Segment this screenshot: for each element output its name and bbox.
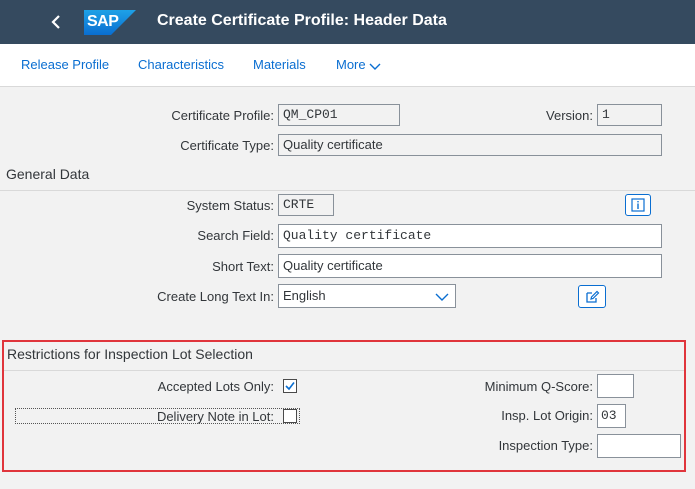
delivery-note-checkbox[interactable] [283, 409, 297, 423]
short-text-label: Short Text: [212, 259, 274, 274]
long-text-language-label: Create Long Text In: [157, 289, 274, 304]
minimum-q-score-label: Minimum Q-Score: [484, 379, 593, 394]
characteristics-button[interactable]: Characteristics [138, 57, 224, 72]
restrictions-title: Restrictions for Inspection Lot Selectio… [7, 346, 253, 362]
sap-logo: SAP [84, 10, 136, 35]
certificate-profile-field: QM_CP01 [278, 104, 400, 126]
edit-icon [586, 290, 600, 303]
system-status-field: CRTE [278, 194, 334, 216]
long-text-language-value: English [283, 288, 326, 303]
insp-lot-origin-input[interactable]: 03 [597, 404, 626, 428]
more-button[interactable]: More [336, 57, 381, 72]
certificate-profile-label: Certificate Profile: [171, 108, 274, 123]
version-label: Version: [546, 108, 593, 123]
accepted-lots-label: Accepted Lots Only: [157, 379, 274, 394]
system-status-label: System Status: [186, 198, 274, 213]
release-profile-button[interactable]: Release Profile [21, 57, 109, 72]
header-toolbar: Release Profile Characteristics Material… [0, 44, 695, 87]
version-field: 1 [597, 104, 662, 126]
more-label: More [336, 57, 366, 72]
info-icon [631, 198, 645, 212]
sap-logo-text: SAP [87, 13, 119, 30]
inspection-type-input[interactable] [597, 434, 681, 458]
back-button[interactable] [44, 10, 68, 34]
status-info-button[interactable] [625, 194, 651, 216]
insp-lot-origin-label: Insp. Lot Origin: [501, 408, 593, 423]
accepted-lots-checkbox[interactable] [283, 379, 297, 393]
chevron-down-icon [435, 293, 449, 301]
chevron-left-icon [51, 15, 60, 29]
minimum-q-score-input[interactable] [597, 374, 634, 398]
search-field-input[interactable]: Quality certificate [278, 224, 662, 248]
certificate-type-label: Certificate Type: [180, 138, 274, 153]
section-divider [0, 190, 695, 191]
checkmark-icon [285, 382, 295, 391]
inspection-type-label: Inspection Type: [498, 438, 593, 453]
chevron-down-icon [369, 63, 381, 70]
delivery-note-label: Delivery Note in Lot: [156, 409, 274, 424]
section-divider [4, 370, 684, 371]
page-title: Create Certificate Profile: Header Data [157, 12, 447, 29]
certificate-type-field: Quality certificate [278, 134, 662, 156]
search-field-label: Search Field: [197, 228, 274, 243]
shell-bar: SAP Create Certificate Profile: Header D… [0, 0, 695, 44]
short-text-input[interactable]: Quality certificate [278, 254, 662, 278]
materials-button[interactable]: Materials [253, 57, 306, 72]
general-data-title: General Data [6, 166, 90, 182]
edit-long-text-button[interactable] [578, 285, 606, 308]
long-text-language-select[interactable]: English [278, 284, 456, 308]
